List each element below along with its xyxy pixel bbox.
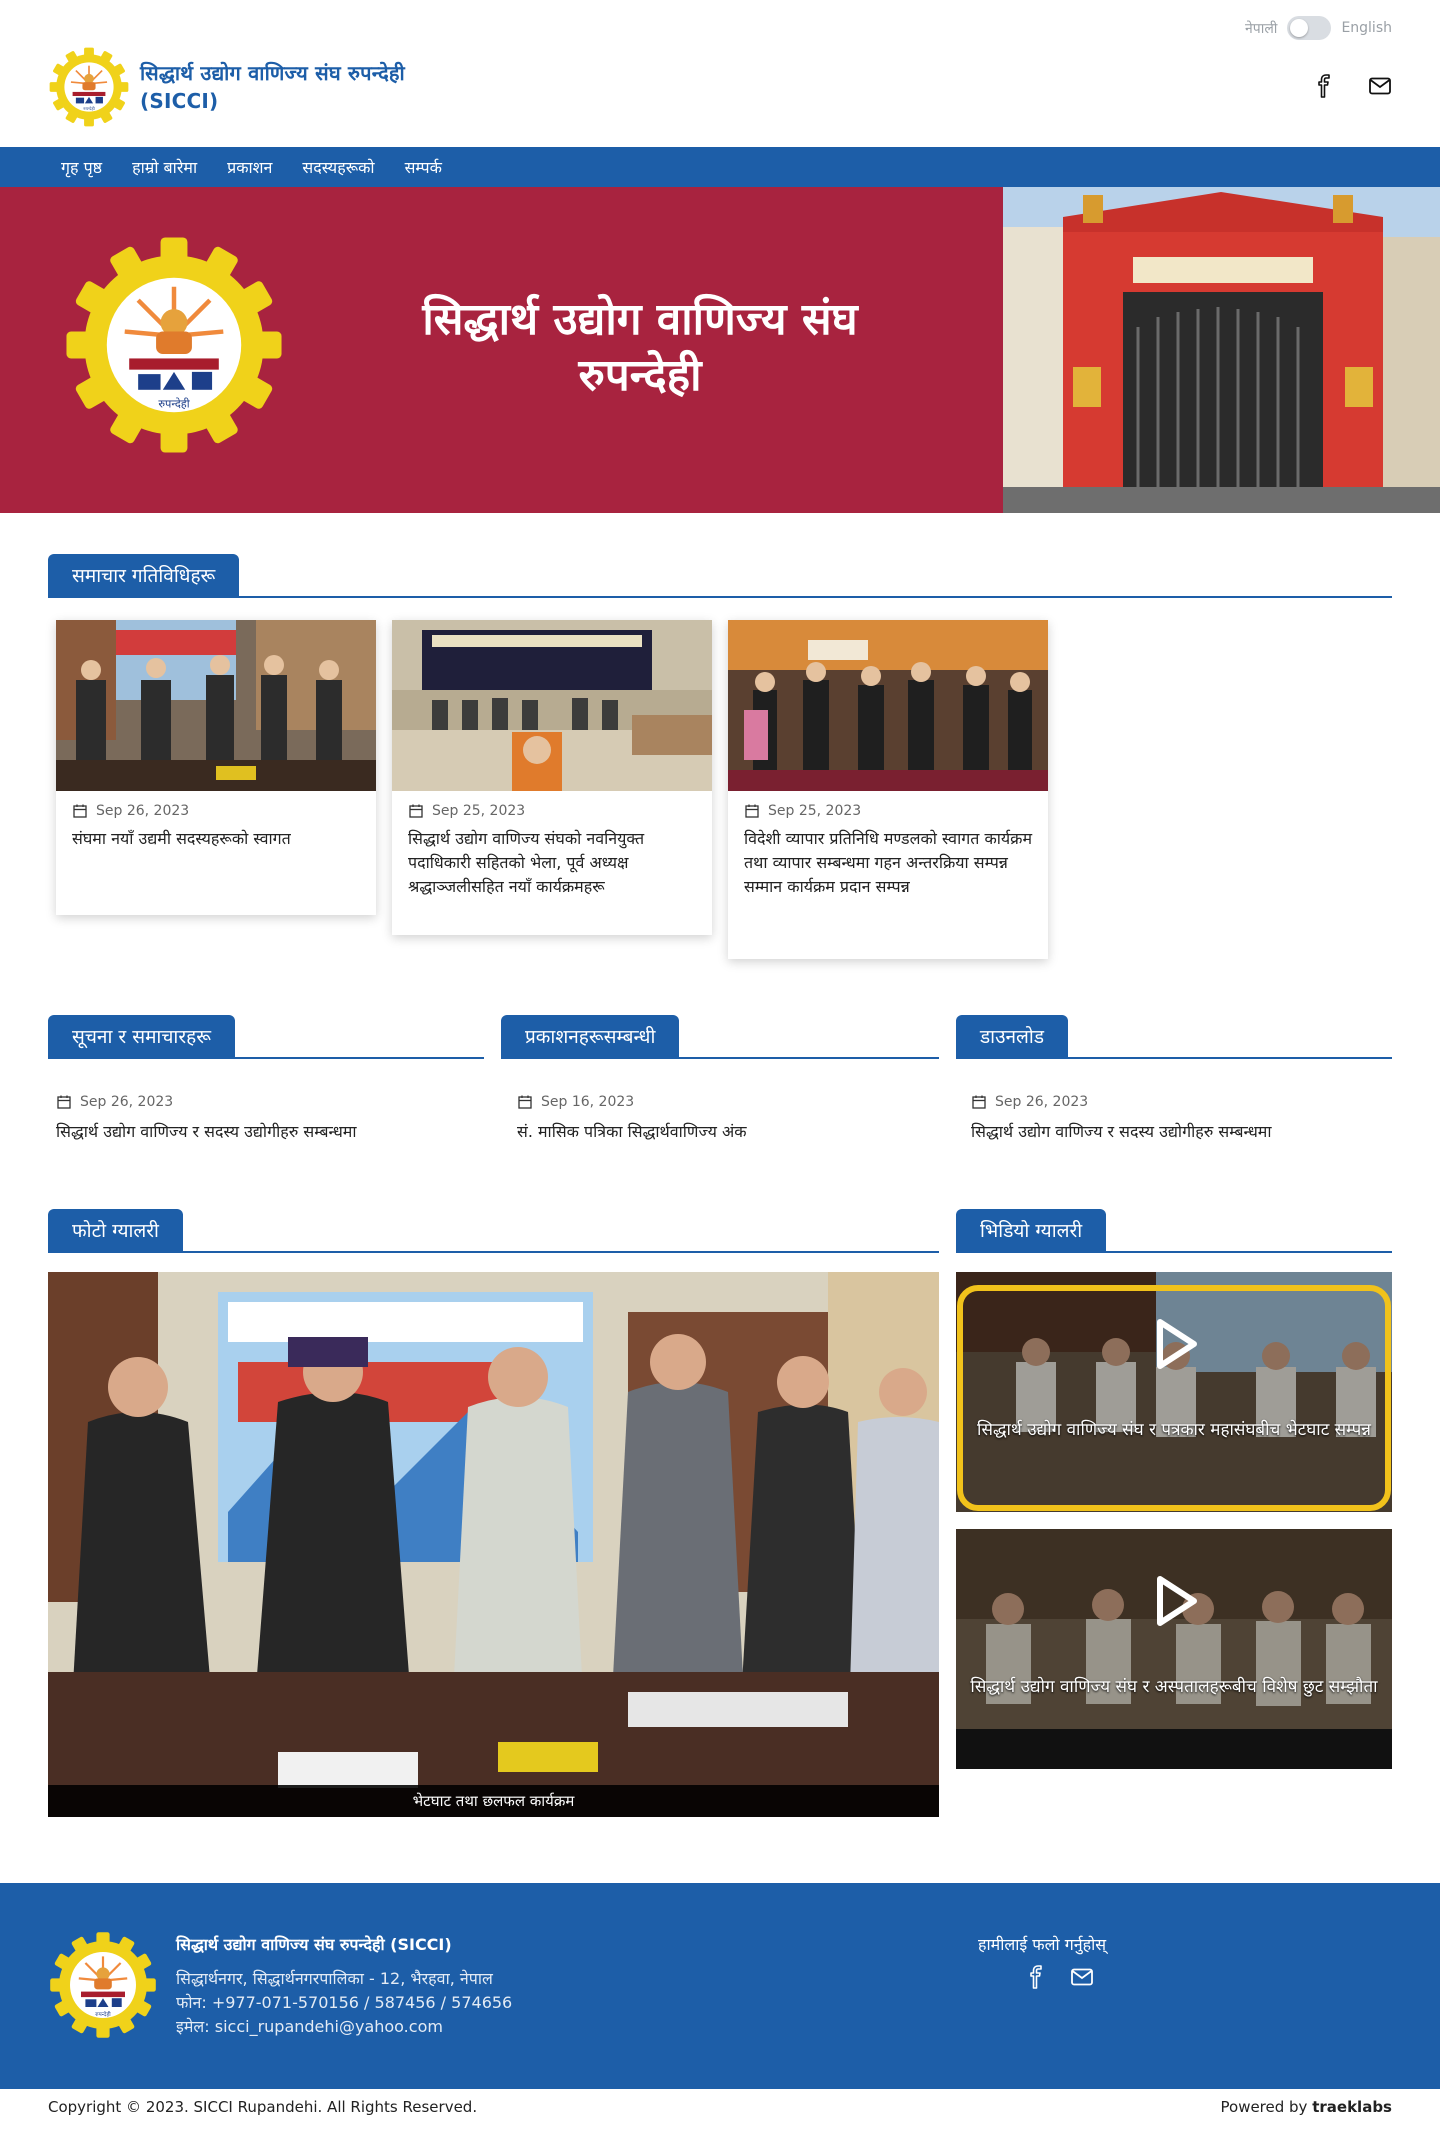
downloads-section-title: डाउनलोड (956, 1015, 1069, 1059)
site-brand[interactable]: सिद्धार्थ उद्योग वाणिज्य संघ रुपन्देही (… (48, 46, 405, 128)
news-photo-1 (56, 620, 376, 791)
footer-phone: फोन: +977-071-570156 / 587456 / 574656 (176, 1993, 513, 2012)
news-title[interactable]: सिद्धार्थ उद्योग वाणिज्य संघको नवनियुक्त… (408, 827, 696, 899)
powered-by: Powered by traeklabs (1221, 2098, 1393, 2116)
hero-title-line1: सिद्धार्थ उद्योग वाणिज्य संघ (422, 294, 858, 345)
nav-contact[interactable]: सम्पर्क (405, 156, 442, 178)
download-title[interactable]: सिद्धार्थ उद्योग वाणिज्य र सदस्य उद्योगी… (971, 1120, 1407, 1144)
download-date: Sep 26, 2023 (971, 1094, 1407, 1110)
calendar-icon (744, 803, 760, 819)
site-name: सिद्धार्थ उद्योग वाणिज्य संघ रुपन्देही (140, 61, 405, 85)
video-frame-1 (956, 1272, 1392, 1512)
photo-gallery-title: फोटो ग्यालरी (48, 1209, 183, 1253)
publication-title[interactable]: सं. मासिक पत्रिका सिद्धार्थवाणिज्य अंक (517, 1120, 953, 1144)
news-card[interactable]: Sep 26, 2023 संघमा नयाँ उद्यमी सदस्यहरूक… (56, 620, 376, 915)
nav-publications[interactable]: प्रकाशन (227, 156, 272, 178)
office-gate-photo (1003, 187, 1440, 513)
footer-org-name: सिद्धार्थ उद्योग वाणिज्य संघ रुपन्देही (… (176, 1935, 452, 1954)
copyright: Copyright © 2023. SICCI Rupandehi. All R… (48, 2098, 478, 2116)
notice-section-header: सूचना र समाचारहरू (48, 1015, 484, 1059)
publication-date: Sep 16, 2023 (517, 1094, 953, 1110)
play-icon[interactable] (1142, 1312, 1206, 1376)
news-date: Sep 26, 2023 (72, 803, 360, 819)
photo-gallery-header: फोटो ग्यालरी (48, 1209, 939, 1253)
news-card[interactable]: Sep 25, 2023 विदेशी व्यापार प्रतिनिधि मण… (728, 620, 1048, 959)
news-date-text: Sep 25, 2023 (432, 803, 526, 819)
news-photo-3 (728, 620, 1048, 791)
nav-members[interactable]: सदस्यहरूको (302, 156, 374, 178)
video-title: सिद्धार्थ उद्योग वाणिज्य संघ र अस्पतालहर… (970, 1677, 1378, 1697)
language-toggle[interactable] (1287, 16, 1332, 40)
calendar-icon (971, 1094, 987, 1110)
notice-date-text: Sep 26, 2023 (80, 1094, 174, 1110)
news-date: Sep 25, 2023 (408, 803, 696, 819)
lang-nepali-label[interactable]: नेपाली (1245, 19, 1277, 38)
header-social (1312, 74, 1392, 98)
video-frame-2 (956, 1529, 1392, 1769)
site-title: सिद्धार्थ उद्योग वाणिज्य संघ रुपन्देही (… (140, 59, 405, 115)
main-nav: गृह पृष्ठ हाम्रो बारेमा प्रकाशन सदस्यहरू… (0, 147, 1440, 187)
calendar-icon (517, 1094, 533, 1110)
photo-gallery-slide[interactable]: भेटघाट तथा छलफल कार्यक्रम (48, 1272, 939, 1817)
mail-icon[interactable] (1368, 74, 1392, 98)
toggle-knob (1290, 19, 1309, 37)
calendar-icon (408, 803, 424, 819)
powered-prefix: Powered by (1220, 2098, 1313, 2116)
publication-item[interactable]: Sep 16, 2023 सं. मासिक पत्रिका सिद्धार्थ… (517, 1094, 953, 1144)
notice-section-title: सूचना र समाचारहरू (48, 1015, 235, 1059)
publications-section-header: प्रकाशनहरूसम्बन्धी (501, 1015, 939, 1059)
play-icon[interactable] (1142, 1569, 1206, 1633)
news-date-text: Sep 26, 2023 (96, 803, 190, 819)
publications-section-title: प्रकाशनहरूसम्बन्धी (501, 1015, 680, 1059)
gallery-photo (48, 1272, 939, 1817)
download-date-text: Sep 26, 2023 (995, 1094, 1089, 1110)
notice-date: Sep 26, 2023 (56, 1094, 492, 1110)
news-card-body: Sep 25, 2023 सिद्धार्थ उद्योग वाणिज्य सं… (392, 791, 712, 915)
news-date-text: Sep 25, 2023 (768, 803, 862, 819)
calendar-icon (72, 803, 88, 819)
publication-date-text: Sep 16, 2023 (541, 1094, 635, 1110)
video-gallery-title: भिडियो ग्यालरी (956, 1209, 1107, 1253)
video-thumbnail[interactable]: सिद्धार्थ उद्योग वाणिज्य संघ र पत्रकार म… (956, 1272, 1392, 1512)
footer-logo (48, 1930, 158, 2040)
news-title[interactable]: संघमा नयाँ उद्यमी सदस्यहरूको स्वागत (72, 827, 360, 851)
hero-logo (62, 233, 286, 457)
news-card-body: Sep 25, 2023 विदेशी व्यापार प्रतिनिधि मण… (728, 791, 1048, 915)
mail-icon[interactable] (1070, 1965, 1094, 1989)
footer-social (1024, 1965, 1094, 1989)
news-card[interactable]: Sep 25, 2023 सिद्धार्थ उद्योग वाणिज्य सं… (392, 620, 712, 935)
news-section-header: समाचार गतिविधिहरू (48, 554, 1392, 598)
powered-brand[interactable]: traeklabs (1312, 2098, 1392, 2116)
hero-title: सिद्धार्थ उद्योग वाणिज्य संघ रुपन्देही (380, 292, 900, 404)
notice-title[interactable]: सिद्धार्थ उद्योग वाणिज्य र सदस्य उद्योगी… (56, 1120, 492, 1144)
footer-address: सिद्धार्थनगर, सिद्धार्थनगरपालिका - 12, भ… (176, 1969, 493, 1988)
hero-banner: सिद्धार्थ उद्योग वाणिज्य संघ रुपन्देही (0, 187, 1440, 513)
news-title[interactable]: विदेशी व्यापार प्रतिनिधि मण्डलको स्वागत … (744, 827, 1032, 899)
footer-follow-label: हामीलाई फलो गर्नुहोस् (978, 1935, 1107, 1954)
lang-english-label[interactable]: English (1341, 20, 1392, 36)
hero-title-line2: रुपन्देही (578, 350, 702, 401)
gallery-caption: भेटघाट तथा छलफल कार्यक्रम (48, 1785, 939, 1817)
video-title: सिद्धार्थ उद्योग वाणिज्य संघ र पत्रकार म… (977, 1420, 1371, 1440)
site-abbr: (SICCI) (140, 89, 219, 113)
site-footer: सिद्धार्थ उद्योग वाणिज्य संघ रुपन्देही (… (0, 1883, 1440, 2089)
news-date: Sep 25, 2023 (744, 803, 1032, 819)
language-switcher: नेपाली English (1245, 16, 1392, 40)
facebook-icon[interactable] (1312, 74, 1336, 98)
nav-home[interactable]: गृह पृष्ठ (61, 156, 102, 178)
news-photo-2 (392, 620, 712, 791)
video-gallery-header: भिडियो ग्यालरी (956, 1209, 1392, 1253)
notice-item[interactable]: Sep 26, 2023 सिद्धार्थ उद्योग वाणिज्य र … (56, 1094, 492, 1144)
nav-about[interactable]: हाम्रो बारेमा (132, 156, 197, 178)
news-section-title: समाचार गतिविधिहरू (48, 554, 240, 598)
footer-email[interactable]: इमेल: sicci_rupandehi@yahoo.com (176, 2015, 443, 2037)
video-thumbnail[interactable]: सिद्धार्थ उद्योग वाणिज्य संघ र अस्पतालहर… (956, 1529, 1392, 1769)
facebook-icon[interactable] (1024, 1965, 1048, 1989)
download-item[interactable]: Sep 26, 2023 सिद्धार्थ उद्योग वाणिज्य र … (971, 1094, 1407, 1144)
calendar-icon (56, 1094, 72, 1110)
sicci-logo (48, 46, 130, 128)
downloads-section-header: डाउनलोड (956, 1015, 1392, 1059)
news-card-body: Sep 26, 2023 संघमा नयाँ उद्यमी सदस्यहरूक… (56, 791, 376, 867)
